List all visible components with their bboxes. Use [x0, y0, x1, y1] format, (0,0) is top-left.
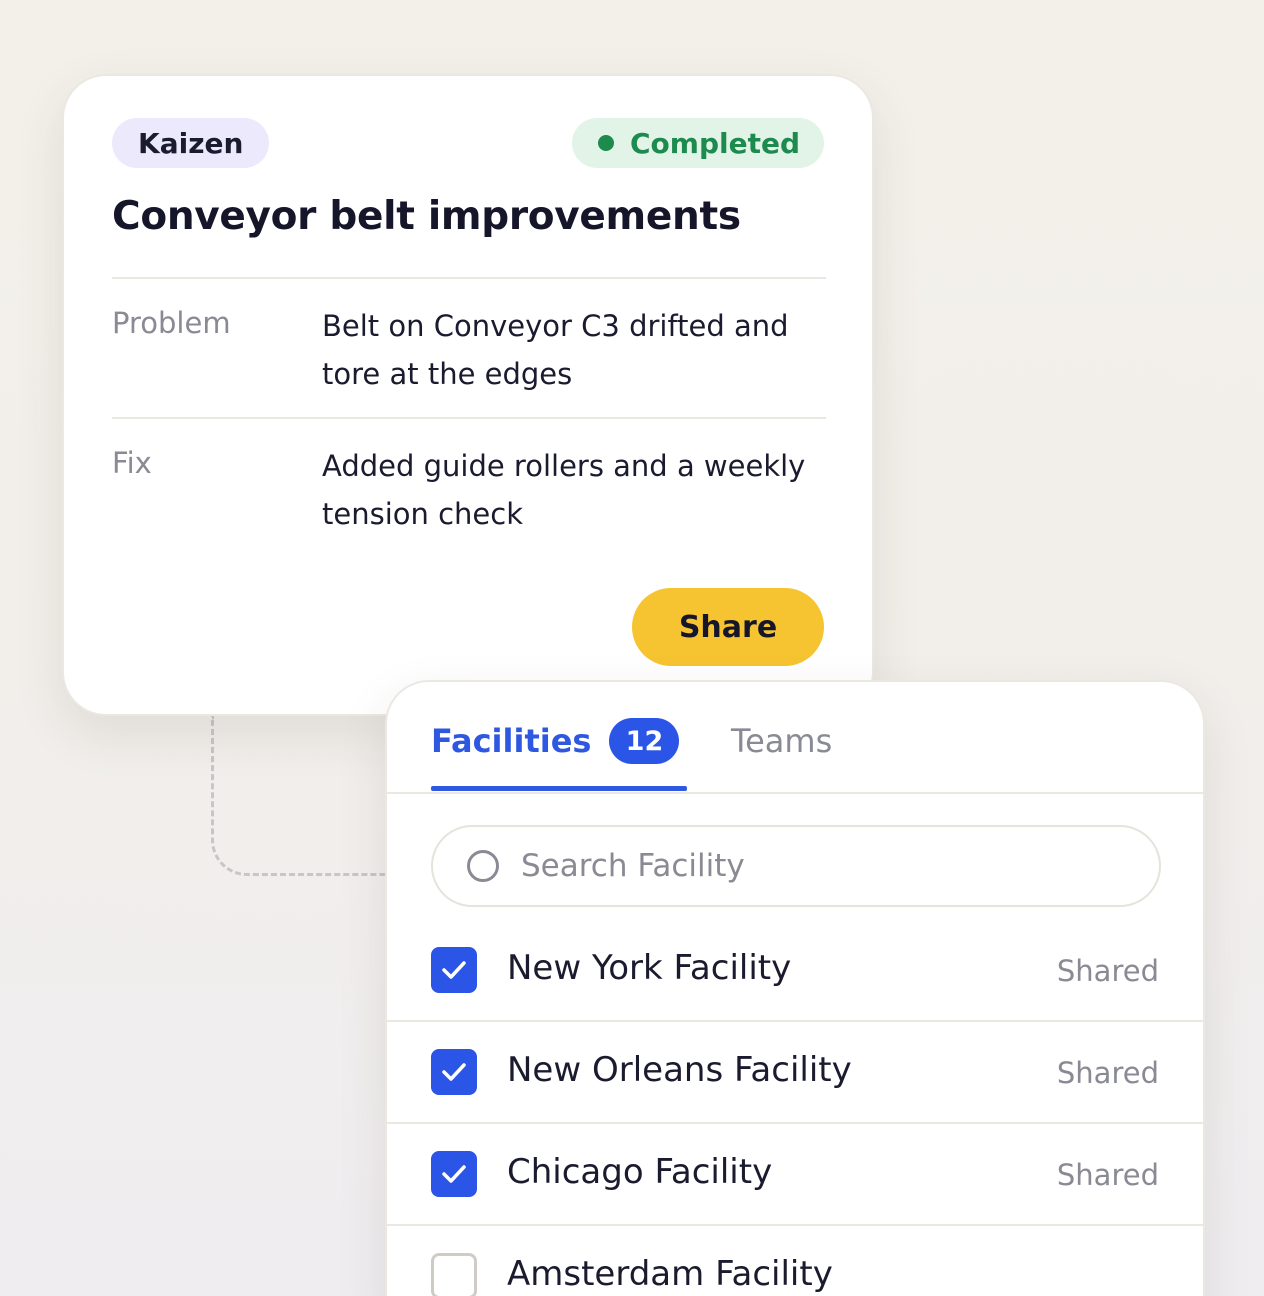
active-tab-indicator — [431, 786, 687, 791]
card-title: Conveyor belt improvements — [112, 194, 741, 239]
facility-status: Shared — [1056, 1158, 1159, 1192]
share-panel: Facilities 12 Teams New York Facility Sh… — [385, 680, 1205, 1296]
checkmark-icon — [442, 1165, 466, 1183]
facility-row[interactable]: New York Facility Shared — [387, 920, 1203, 1022]
tab-facilities[interactable]: Facilities 12 — [431, 716, 680, 766]
tab-facilities-label: Facilities — [431, 722, 592, 760]
checkmark-icon — [442, 1063, 466, 1081]
facility-row[interactable]: New Orleans Facility Shared — [387, 1022, 1203, 1124]
search-icon — [467, 850, 499, 882]
fix-text: Added guide rollers and a weekly tension… — [322, 449, 806, 531]
divider — [112, 277, 826, 279]
facility-checkbox[interactable] — [431, 1253, 477, 1296]
search-box[interactable] — [431, 825, 1161, 907]
checkmark-icon — [442, 961, 466, 979]
tab-teams[interactable]: Teams — [731, 716, 832, 766]
search-input[interactable] — [521, 848, 1121, 884]
status-badge: Completed — [571, 118, 824, 168]
facility-status: Shared — [1056, 954, 1159, 988]
kaizen-tag: Kaizen — [112, 118, 270, 168]
status-dot-icon — [597, 135, 614, 151]
facility-status: Shared — [1056, 1056, 1159, 1090]
tabs-divider — [387, 792, 1203, 794]
facility-checkbox[interactable] — [431, 1049, 477, 1095]
problem-text: Belt on Conveyor C3 drifted and tore at … — [322, 309, 789, 391]
status-label: Completed — [629, 126, 800, 160]
facility-row[interactable]: Amsterdam Facility — [387, 1226, 1203, 1296]
problem-label: Problem — [112, 306, 231, 340]
facility-row[interactable]: Chicago Facility Shared — [387, 1124, 1203, 1226]
share-button[interactable]: Share — [632, 588, 824, 666]
facility-checkbox[interactable] — [431, 947, 477, 993]
fix-label: Fix — [112, 446, 152, 480]
facility-name: New York Facility — [507, 948, 792, 988]
facility-name: Amsterdam Facility — [507, 1254, 833, 1294]
dashed-connector — [211, 716, 391, 876]
kaizen-card: Kaizen Completed Conveyor belt improveme… — [62, 74, 874, 716]
facility-name: Chicago Facility — [507, 1152, 773, 1192]
facility-checkbox[interactable] — [431, 1151, 477, 1197]
facilities-count-badge: 12 — [609, 718, 680, 764]
facility-list: New York Facility Shared New Orleans Fac… — [387, 920, 1203, 1296]
facility-name: New Orleans Facility — [507, 1050, 852, 1090]
divider — [112, 417, 826, 419]
